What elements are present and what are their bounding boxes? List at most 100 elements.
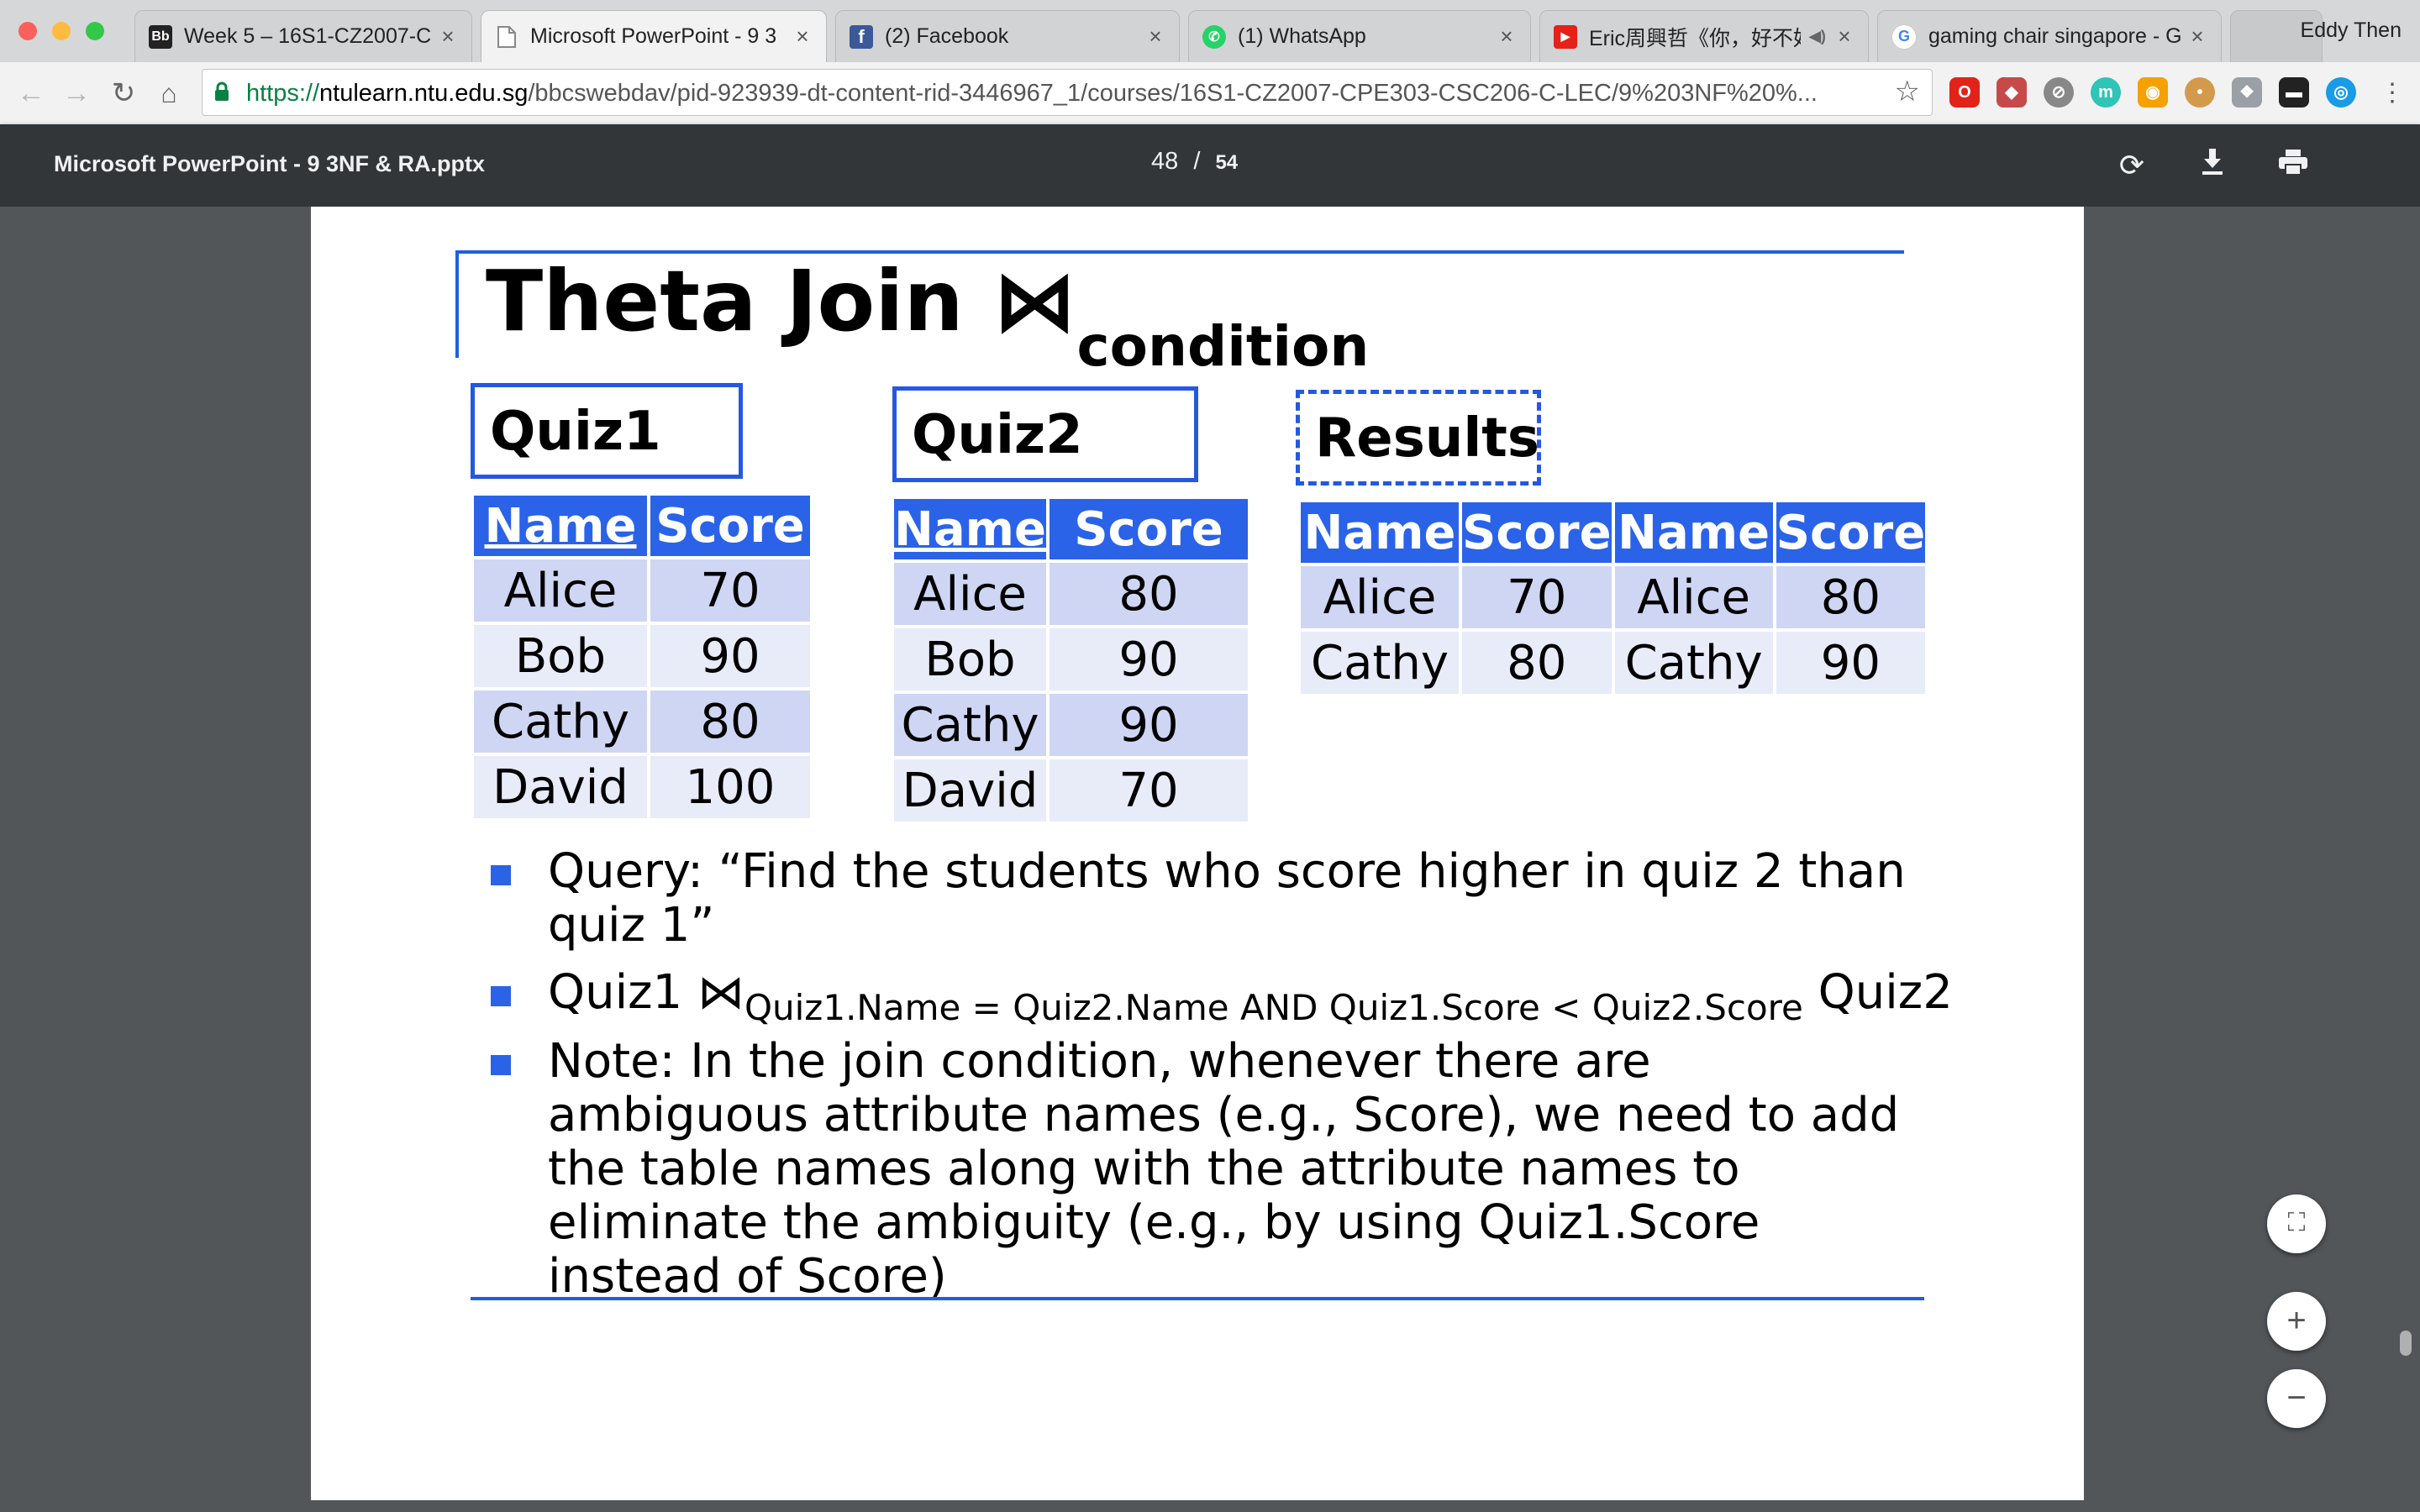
close-tab-icon[interactable]: × (1497, 24, 1517, 50)
scrollbar-thumb[interactable] (2400, 1331, 2412, 1356)
column-header: Score (650, 496, 810, 556)
youtube-icon: ▶ (1554, 24, 1577, 49)
maximize-window-button[interactable] (86, 22, 104, 40)
tab-strip: Bb Week 5 – 16S1-CZ2007-C × Microsoft Po… (0, 0, 2420, 62)
extension-icon[interactable]: ◉ (2138, 77, 2168, 108)
minimize-window-button[interactable] (52, 22, 71, 40)
back-button[interactable]: ← (13, 76, 49, 111)
close-tab-icon[interactable]: × (1145, 24, 1165, 50)
document-title: Microsoft PowerPoint - 9 3NF & RA.pptx (54, 151, 486, 176)
menu-icon[interactable]: ⋮ (2375, 76, 2410, 111)
bullet-marker (491, 1055, 511, 1075)
close-tab-icon[interactable]: × (792, 24, 813, 50)
opera-extension-icon[interactable]: O (1949, 77, 1980, 108)
table-cell: Alice (1301, 566, 1459, 628)
page-indicator: 48 / 54 (1151, 148, 1239, 175)
print-icon[interactable] (2274, 146, 2312, 185)
table-cell: Alice (474, 559, 647, 622)
zoom-out-button[interactable]: − (2267, 1369, 2326, 1428)
download-icon[interactable] (2193, 146, 2232, 185)
url-text[interactable]: https://ntulearn.ntu.edu.sg/bbcswebdav/p… (246, 80, 1818, 108)
table-cell: 90 (650, 625, 810, 687)
table-header-row: Name Score (894, 499, 1248, 559)
close-tab-icon[interactable]: × (2187, 24, 2207, 50)
table-cell: Alice (894, 563, 1046, 625)
current-page-input[interactable]: 48 (1151, 148, 1178, 175)
extension-icon[interactable]: ▬ (2279, 77, 2309, 108)
column-header: Score (1462, 502, 1612, 563)
table-cell: 80 (650, 690, 810, 753)
bullet-marker (491, 986, 511, 1006)
tab-google[interactable]: G gaming chair singapore - G × (1877, 10, 2222, 62)
table-cell: Cathy (1614, 632, 1773, 694)
tab-facebook[interactable]: f (2) Facebook × (835, 10, 1180, 62)
tab-label: Week 5 – 16S1-CZ2007-C (184, 24, 432, 48)
extension-icon[interactable]: ◆ (1996, 77, 2027, 108)
table-cell: Bob (894, 628, 1046, 690)
table-row: David 100 (474, 756, 810, 818)
slide-title: Theta Join ⋈condition (486, 252, 1370, 379)
join-condition-subscript: Quiz1.Name = Quiz2.Name AND Quiz1.Score … (744, 987, 1803, 1028)
tab-label: (1) WhatsApp (1238, 24, 1366, 48)
column-header: Name (1301, 502, 1459, 563)
bullet-query: Query: “Find the students who score high… (548, 844, 1906, 953)
close-tab-icon[interactable]: × (438, 24, 458, 50)
results-label: Results (1296, 390, 1541, 486)
bookmark-star-icon[interactable]: ☆ (1895, 75, 1920, 108)
total-pages: 54 (1215, 151, 1239, 174)
google-icon: G (1891, 24, 1917, 50)
rotate-icon[interactable]: ⟳ (2112, 146, 2151, 185)
tab-label: Eric周興哲《你，好不好 (1589, 26, 1801, 50)
speaker-icon[interactable]: ◀) (1806, 25, 1829, 49)
table-cell: 80 (1462, 632, 1612, 694)
table-cell: Cathy (894, 694, 1046, 756)
reload-button[interactable]: ↻ (106, 76, 141, 111)
forward-button[interactable]: → (59, 76, 94, 111)
extension-icon[interactable]: ⊘ (2044, 77, 2074, 108)
tab-youtube[interactable]: ▶ Eric周興哲《你，好不好 ◀) × (1539, 10, 1869, 62)
table-cell: Bob (474, 625, 647, 687)
home-button[interactable]: ⌂ (151, 76, 187, 111)
pdf-viewer-area[interactable]: Theta Join ⋈condition Quiz1 Name Score A… (0, 207, 2420, 1512)
tab-whatsapp[interactable]: ✆ (1) WhatsApp × (1188, 10, 1531, 62)
pdf-toolbar: Microsoft PowerPoint - 9 3NF & RA.pptx 4… (0, 124, 2420, 207)
table-row: Bob 90 (474, 625, 810, 687)
table-cell: 80 (1050, 563, 1248, 625)
table-cell: David (474, 756, 647, 818)
zoom-in-button[interactable]: + (2267, 1292, 2326, 1351)
tab-label: gaming chair singapore - G (1928, 24, 2182, 48)
table-cell: 80 (1776, 566, 1926, 628)
table-row: Cathy 90 (894, 694, 1248, 756)
dropbox-extension-icon[interactable]: ❖ (2232, 77, 2262, 108)
slide-title-subscript: condition (1076, 314, 1370, 379)
column-header: Score (1050, 499, 1248, 559)
bullet-marker (491, 865, 511, 885)
column-header: Name (474, 496, 647, 556)
tab-label: Microsoft PowerPoint - 9 3 (530, 24, 777, 48)
pdf-page: Theta Join ⋈condition Quiz1 Name Score A… (311, 207, 2084, 1500)
table-cell: Alice (1614, 566, 1773, 628)
tab-blackboard[interactable]: Bb Week 5 – 16S1-CZ2007-C × (134, 10, 472, 62)
extension-icon[interactable]: ◎ (2326, 77, 2356, 108)
address-bar[interactable]: https://ntulearn.ntu.edu.sg/bbcswebdav/p… (202, 69, 1933, 116)
table-cell: 90 (1776, 632, 1926, 694)
fit-to-page-button[interactable]: ⛶ (2267, 1194, 2326, 1253)
bullet-join-expression: Quiz1 ⋈Quiz1.Name = Quiz2.Name AND Quiz1… (548, 965, 1953, 1029)
profile-name[interactable]: Eddy Then (2301, 18, 2402, 43)
facebook-icon: f (850, 24, 873, 49)
cookie-extension-icon[interactable]: • (2185, 77, 2215, 108)
results-table: Name Score Name Score Alice 70 Alice 80 … (1297, 499, 1928, 697)
slide-bottom-rule (471, 1297, 1924, 1300)
table-row: David 70 (894, 759, 1248, 822)
table-cell: 100 (650, 756, 810, 818)
close-window-button[interactable] (18, 22, 37, 40)
table-header-row: Name Score Name Score (1301, 502, 1926, 563)
table-row: Alice 70 (474, 559, 810, 622)
table-cell: 90 (1050, 628, 1248, 690)
bullet-note: Note: In the join condition, whenever th… (548, 1034, 1900, 1304)
extension-icon[interactable]: m (2091, 77, 2121, 108)
column-header: Score (1776, 502, 1926, 563)
close-tab-icon[interactable]: × (1834, 24, 1854, 50)
document-icon (495, 25, 518, 49)
tab-powerpoint[interactable]: Microsoft PowerPoint - 9 3 × (481, 10, 827, 62)
